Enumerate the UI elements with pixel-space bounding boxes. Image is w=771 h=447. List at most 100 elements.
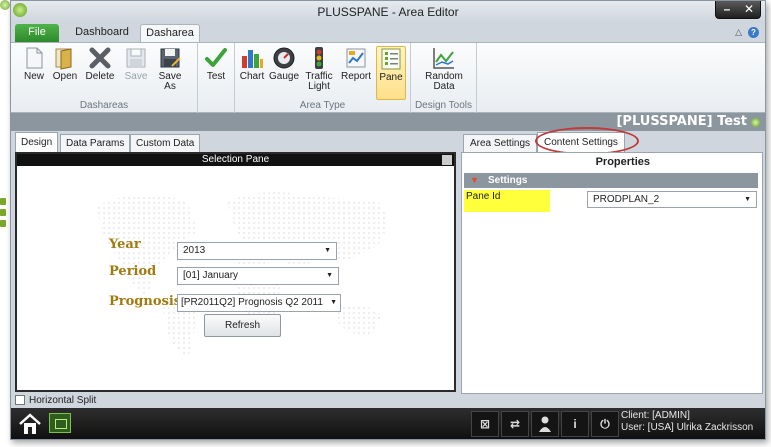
new-label: New <box>23 71 44 82</box>
group-test: Test <box>198 43 235 113</box>
grid-icon[interactable]: ⊠ <box>471 411 499 437</box>
properties-panel: Area Settings Content Settings Propertie… <box>461 127 763 394</box>
info-icon[interactable]: i <box>561 411 589 437</box>
delete-label: Delete <box>85 71 115 82</box>
pane-id-label: Pane Id <box>464 190 550 212</box>
open-button[interactable]: Open <box>51 46 79 82</box>
tab-dasharea[interactable]: Dasharea <box>140 24 200 42</box>
help-icon[interactable]: ? <box>748 27 759 38</box>
settings-section-header[interactable]: ▼ Settings <box>464 173 758 188</box>
chevron-down-icon: ▼ <box>324 247 331 254</box>
horizontal-split-toggle[interactable]: Horizontal Split <box>15 394 96 408</box>
user-line: User: [USA] Ulrika Zackrisson <box>621 422 754 433</box>
group-label-dashareas: Dashareas <box>79 100 129 111</box>
ribbon-controls: △ ? <box>735 27 759 38</box>
gauge-label: Gauge <box>269 71 300 82</box>
window-toggle-button[interactable] <box>49 413 71 433</box>
group-area-type: Chart Gauge Traffic Light Report Pane Ar… <box>235 43 411 113</box>
report-label: Report <box>340 71 371 82</box>
home-icon[interactable] <box>17 412 43 436</box>
tab-dashboard[interactable]: Dashboard <box>67 24 137 42</box>
design-tabs: Design Data Params Custom Data <box>15 132 456 152</box>
tab-design[interactable]: Design <box>15 132 59 152</box>
period-value: [01] January <box>183 270 239 281</box>
title-bar: PLUSSPANE - Area Editor – ✕ <box>11 1 765 23</box>
tab-area-settings[interactable]: Area Settings <box>463 134 537 152</box>
user-icon[interactable] <box>531 411 559 437</box>
properties-grid: Properties ▼ Settings Pane Id PRODPLAN_2… <box>461 152 763 394</box>
random-data-label: Random Data <box>425 71 463 92</box>
status-bar: ⊠ ⇄ i ⏻ Client: [ADMIN] User: [USA] Ulri… <box>11 408 765 439</box>
client-line: Client: [ADMIN] <box>621 410 690 421</box>
highlight-circle <box>535 127 639 155</box>
properties-title: Properties <box>595 156 650 168</box>
save-as-button[interactable]: Save As <box>155 46 185 92</box>
gauge-icon <box>272 46 296 70</box>
status-tools: ⊠ ⇄ i ⏻ <box>471 411 619 437</box>
group-design-tools: Random Data Design Tools <box>411 43 477 113</box>
collapse-ribbon-icon[interactable]: △ <box>735 27 742 38</box>
properties-tabs: Area Settings Content Settings <box>461 127 763 155</box>
year-select[interactable]: 2013 ▼ <box>177 242 337 260</box>
prognosis-value: [PR2011Q2] Prognosis Q2 2011 <box>181 297 323 308</box>
period-select[interactable]: [01] January ▼ <box>177 267 339 285</box>
open-label: Open <box>52 71 78 82</box>
app-corner-icon <box>0 0 10 10</box>
traffic-light-icon <box>307 46 331 70</box>
design-panel: Design Data Params Custom Data Selection… <box>15 132 456 392</box>
status-dot-icon <box>751 118 760 127</box>
gauge-button[interactable]: Gauge <box>269 46 299 82</box>
bar-chart-icon <box>240 46 264 70</box>
selection-pane-title: Selection Pane <box>201 154 270 165</box>
ribbon: New Open Delete Save Save As Dashareas T… <box>11 42 765 113</box>
refresh-icon[interactable]: ⇄ <box>501 411 529 437</box>
ribbon-tab-row: File Dashboard Dasharea △ ? <box>11 23 765 42</box>
save-button[interactable]: Save <box>123 46 149 82</box>
horizontal-split-checkbox[interactable] <box>15 395 25 406</box>
pane-button[interactable]: Pane <box>376 46 406 100</box>
random-data-button[interactable]: Random Data <box>419 46 469 92</box>
delete-button[interactable]: Delete <box>83 46 117 82</box>
chevron-down-icon: ▼ <box>330 299 337 306</box>
pane-id-select[interactable]: PRODPLAN_2 ▼ <box>587 191 757 208</box>
year-label: Year <box>109 237 141 252</box>
traffic-light-label: Traffic Light <box>305 71 333 92</box>
chart-button[interactable]: Chart <box>239 46 265 82</box>
client-info: Client: [ADMIN] User: [USA] Ulrika Zackr… <box>621 410 753 434</box>
chart-label: Chart <box>239 71 265 82</box>
group-dashareas: New Open Delete Save Save As Dashareas <box>11 43 198 113</box>
save-as-icon <box>158 46 182 70</box>
minimize-button[interactable]: – <box>716 1 738 18</box>
new-button[interactable]: New <box>21 46 47 82</box>
open-folder-icon <box>53 46 77 70</box>
pane-minimize-button[interactable] <box>442 155 452 165</box>
refresh-button[interactable]: Refresh <box>204 314 281 337</box>
tab-data-params[interactable]: Data Params <box>60 134 131 152</box>
save-disk-icon <box>124 46 148 70</box>
settings-section-label: Settings <box>488 175 528 186</box>
close-button[interactable]: ✕ <box>738 1 760 18</box>
area-title: [PLUSSPANE] Test <box>616 114 747 129</box>
period-label: Period <box>109 264 157 279</box>
prognosis-select[interactable]: [PR2011Q2] Prognosis Q2 2011 ▼ <box>177 294 341 312</box>
new-doc-icon <box>22 46 46 70</box>
year-value: 2013 <box>183 245 206 256</box>
delete-x-icon <box>88 46 112 70</box>
pane-icon <box>379 47 403 71</box>
horizontal-split-label: Horizontal Split <box>29 395 97 406</box>
window-controls: – ✕ <box>715 1 761 19</box>
area-header: [PLUSSPANE] Test <box>11 113 765 131</box>
expand-triangle-icon: ▼ <box>470 175 479 185</box>
report-icon <box>344 46 368 70</box>
selection-pane: Selection Pane Year 2013 ▼ Period [01] J… <box>15 152 456 392</box>
report-button[interactable]: Report <box>339 46 373 82</box>
tab-custom-data[interactable]: Custom Data <box>130 134 201 152</box>
traffic-light-button[interactable]: Traffic Light <box>302 46 336 92</box>
test-button[interactable]: Test <box>203 46 229 82</box>
area-editor-window: PLUSSPANE - Area Editor – ✕ File Dashboa… <box>10 0 766 440</box>
side-handle[interactable] <box>0 198 8 231</box>
tab-file[interactable]: File <box>15 24 59 42</box>
save-as-label: Save As <box>158 71 182 92</box>
power-icon[interactable]: ⏻ <box>591 411 619 437</box>
group-label-design-tools: Design Tools <box>414 100 473 111</box>
